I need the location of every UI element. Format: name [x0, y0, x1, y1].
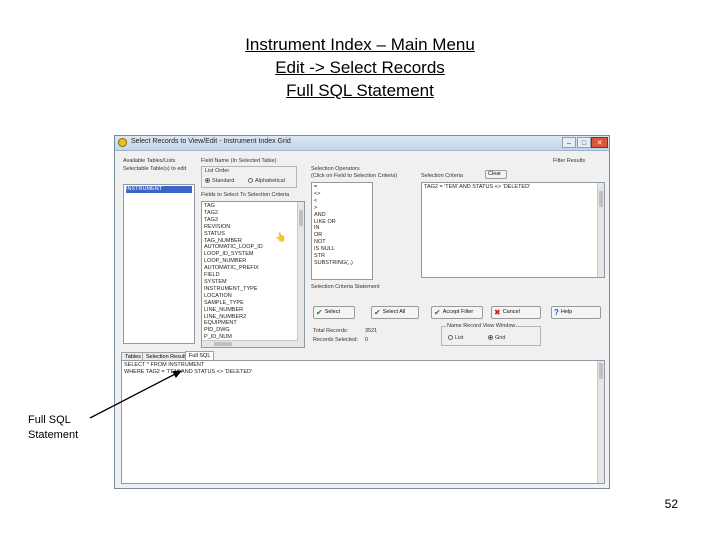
callout-caption: Full SQL Statement — [28, 414, 79, 441]
callout-arrow — [89, 370, 183, 419]
page-number: 52 — [664, 497, 678, 511]
